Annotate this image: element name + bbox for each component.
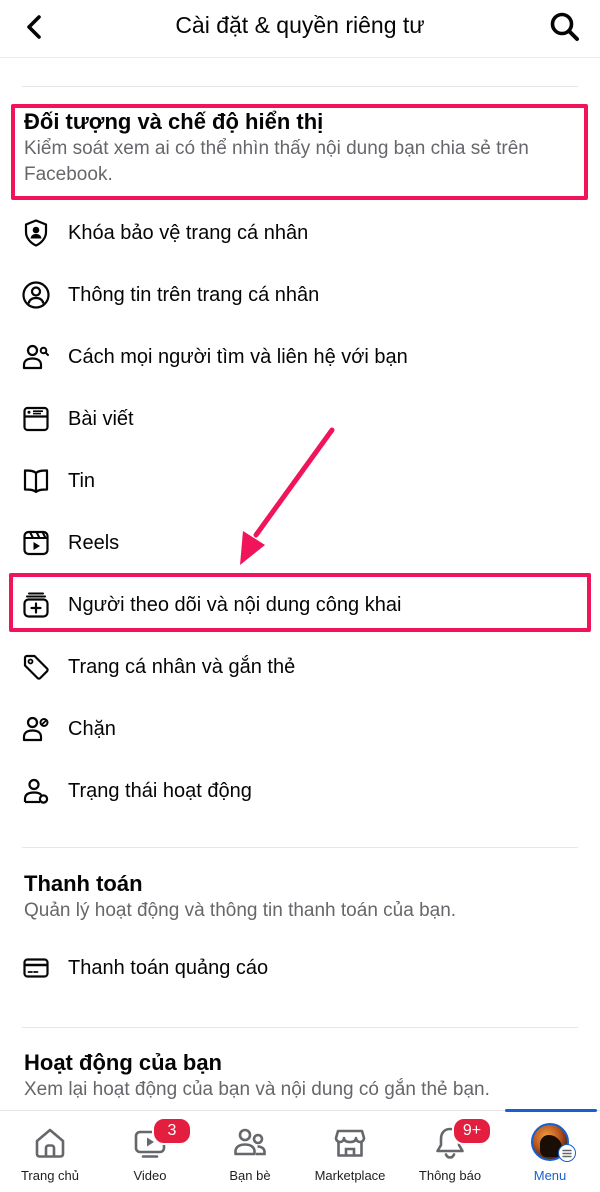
tab-label: Video xyxy=(133,1168,167,1183)
page-title: Cài đặt & quyền riêng tư xyxy=(175,12,425,38)
video-badge: 3 xyxy=(152,1117,192,1145)
tab-label: Trang chủ xyxy=(20,1168,80,1183)
notifications-badge: 9+ xyxy=(452,1117,492,1145)
tab-video[interactable]: 3 Video xyxy=(100,1111,200,1192)
friends-icon xyxy=(234,1128,266,1156)
tag-icon xyxy=(20,651,52,683)
menu-item-label: Thông tin trên trang cá nhân xyxy=(68,283,320,306)
marketplace-icon xyxy=(334,1129,366,1157)
bottom-nav: Trang chủ 3 Video Bạn bè Marketplace 9+ … xyxy=(0,1109,600,1192)
menu-item-label: Chặn xyxy=(68,717,116,740)
tab-label: Thông báo xyxy=(418,1168,482,1183)
person-block-icon xyxy=(20,713,52,745)
menu-item-find-contact[interactable]: Cách mọi người tìm và liên hệ với bạn xyxy=(0,326,600,388)
post-icon xyxy=(20,403,52,435)
hamburger-icon xyxy=(558,1144,576,1162)
menu-item-posts[interactable]: Bài viết xyxy=(0,388,600,450)
menu-item-label: Trạng thái hoạt động xyxy=(68,779,252,802)
subtitle-line: Kiểm soát xem ai có thể nhìn thấy nội du… xyxy=(24,138,529,159)
person-circle-icon xyxy=(20,279,52,311)
section-subtitle: Xem lại hoạt động của bạn và nội dung có… xyxy=(24,1079,490,1100)
menu-item-label: Bài viết xyxy=(68,407,134,430)
book-icon xyxy=(20,465,52,497)
menu-item-label: Trang cá nhân và gắn thẻ xyxy=(68,655,296,678)
menu-item-stories[interactable]: Tin xyxy=(0,450,600,512)
menu-item-label: Reels xyxy=(68,531,120,554)
menu-item-ad-payments[interactable]: Thanh toán quảng cáo xyxy=(0,937,600,999)
section-title: Thanh toán xyxy=(24,871,143,896)
search-icon xyxy=(550,12,579,41)
section-title: Hoạt động của bạn xyxy=(24,1050,222,1075)
person-status-icon xyxy=(20,775,52,807)
top-bar: Cài đặt & quyền riêng tư xyxy=(0,0,600,58)
person-search-icon xyxy=(20,341,52,373)
menu-item-label: Khóa bảo vệ trang cá nhân xyxy=(68,221,309,244)
tab-notifications[interactable]: 9+ Thông báo xyxy=(400,1111,500,1192)
menu-item-followers-public-content[interactable]: Người theo dõi và nội dung công khai xyxy=(0,574,600,636)
menu-item-profile-tagging[interactable]: Trang cá nhân và gắn thẻ xyxy=(0,636,600,698)
credit-card-icon xyxy=(20,952,52,984)
menu-item-reels[interactable]: Reels xyxy=(0,512,600,574)
divider xyxy=(22,1027,578,1028)
menu-item-label: Cách mọi người tìm và liên hệ với bạn xyxy=(68,345,408,368)
section-subtitle: Kiểm soát xem ai có thể nhìn thấy nội du… xyxy=(24,136,576,188)
stack-plus-icon xyxy=(20,589,52,621)
section-title: Đối tượng và chế độ hiển thị xyxy=(24,109,324,134)
menu-item-profile-info[interactable]: Thông tin trên trang cá nhân xyxy=(0,264,600,326)
tab-label: Marketplace xyxy=(314,1168,386,1183)
tab-friends[interactable]: Bạn bè xyxy=(200,1111,300,1192)
menu-item-label: Tin xyxy=(68,469,96,492)
subtitle-line: Facebook. xyxy=(24,164,113,185)
tab-label: Bạn bè xyxy=(229,1168,271,1183)
divider xyxy=(22,86,578,87)
menu-item-profile-lock[interactable]: Khóa bảo vệ trang cá nhân xyxy=(0,202,600,264)
divider xyxy=(22,847,578,848)
menu-item-label: Người theo dõi và nội dung công khai xyxy=(68,593,402,616)
activity-section-header[interactable]: Hoạt động của bạn Xem lại hoạt động của … xyxy=(24,1049,576,1103)
tab-label: Menu xyxy=(533,1168,567,1183)
shield-person-icon xyxy=(20,217,52,249)
search-button[interactable] xyxy=(548,10,582,44)
tab-marketplace[interactable]: Marketplace xyxy=(300,1111,400,1192)
menu-item-active-status[interactable]: Trạng thái hoạt động xyxy=(0,760,600,822)
home-icon xyxy=(35,1128,65,1158)
tab-menu[interactable]: Menu xyxy=(500,1111,600,1192)
menu-item-label: Thanh toán quảng cáo xyxy=(68,956,269,979)
audience-section-header: Đối tượng và chế độ hiển thị Kiểm soát x… xyxy=(24,108,576,188)
section-subtitle: Quản lý hoạt động và thông tin thanh toá… xyxy=(24,900,457,921)
reels-icon xyxy=(20,527,52,559)
tab-home[interactable]: Trang chủ xyxy=(0,1111,100,1192)
payments-section-header: Thanh toán Quản lý hoạt động và thông ti… xyxy=(24,870,576,924)
menu-item-blocking[interactable]: Chặn xyxy=(0,698,600,760)
